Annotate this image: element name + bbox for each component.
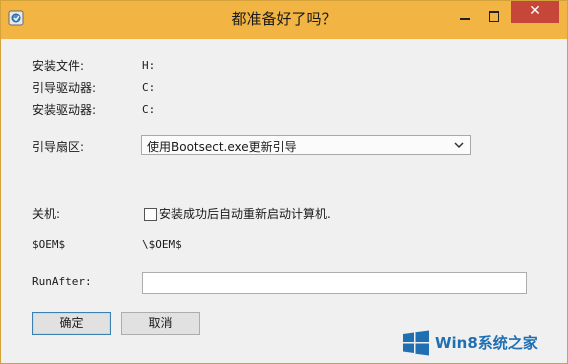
install-drive-value: C: (142, 103, 156, 116)
boot-drive-label: 引导驱动器: (32, 81, 97, 95)
cancel-button[interactable]: 取消 (121, 312, 200, 335)
close-icon: ✕ (529, 3, 541, 19)
boot-sector-label: 引导扇区: (32, 140, 85, 154)
oem-label: $OEM$ (32, 238, 66, 251)
install-file-label: 安装文件: (32, 59, 85, 73)
oem-value: \$OEM$ (142, 238, 182, 251)
setup-dialog: 都准备好了吗？ ✕ 安装文件: H: 引导驱动器: C: 安装驱动器: C: 引… (0, 0, 568, 364)
minimize-button[interactable] (452, 6, 478, 26)
auto-restart-label[interactable]: 安装成功后自动重新启动计算机. (159, 205, 331, 222)
watermark-text: Win8系统之家 (435, 334, 538, 352)
ok-button[interactable]: 确定 (32, 312, 111, 335)
run-after-input[interactable] (142, 272, 527, 294)
install-file-value: H: (142, 59, 156, 72)
title-bar[interactable]: 都准备好了吗？ ✕ (1, 1, 567, 39)
shutdown-label: 关机: (32, 207, 61, 221)
maximize-button[interactable] (481, 6, 507, 26)
chevron-down-icon (454, 142, 464, 149)
watermark: Win8系统之家 (401, 326, 566, 360)
boot-sector-select[interactable]: 使用Bootsect.exe更新引导 (141, 135, 471, 155)
install-drive-label: 安装驱动器: (32, 103, 97, 117)
auto-restart-checkbox[interactable] (144, 208, 157, 221)
dialog-body: 安装文件: H: 引导驱动器: C: 安装驱动器: C: 引导扇区: 使用Boo… (10, 39, 558, 353)
boot-drive-value: C: (142, 81, 156, 94)
boot-sector-selected: 使用Bootsect.exe更新引导 (147, 140, 297, 154)
run-after-label: RunAfter: (32, 275, 92, 288)
close-button[interactable]: ✕ (511, 1, 559, 23)
windows-logo-icon (403, 330, 429, 356)
